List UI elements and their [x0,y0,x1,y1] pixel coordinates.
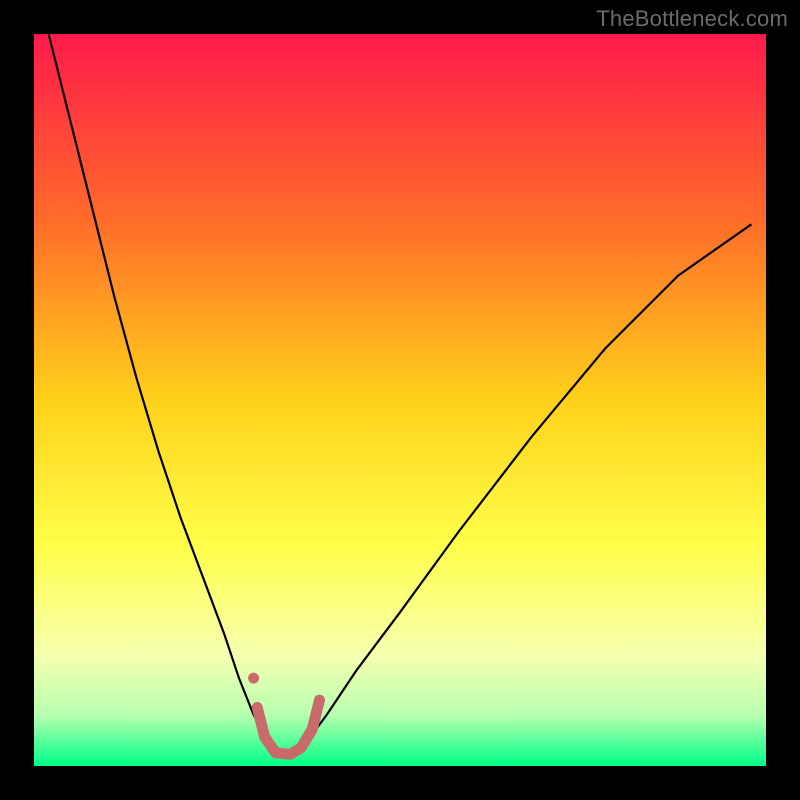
chart-frame: TheBottleneck.com [0,0,800,800]
marker-layer [248,673,259,684]
plot-svg [34,34,766,766]
watermark-text: TheBottleneck.com [596,6,788,32]
marker-0 [248,673,259,684]
plot-area [34,34,766,766]
